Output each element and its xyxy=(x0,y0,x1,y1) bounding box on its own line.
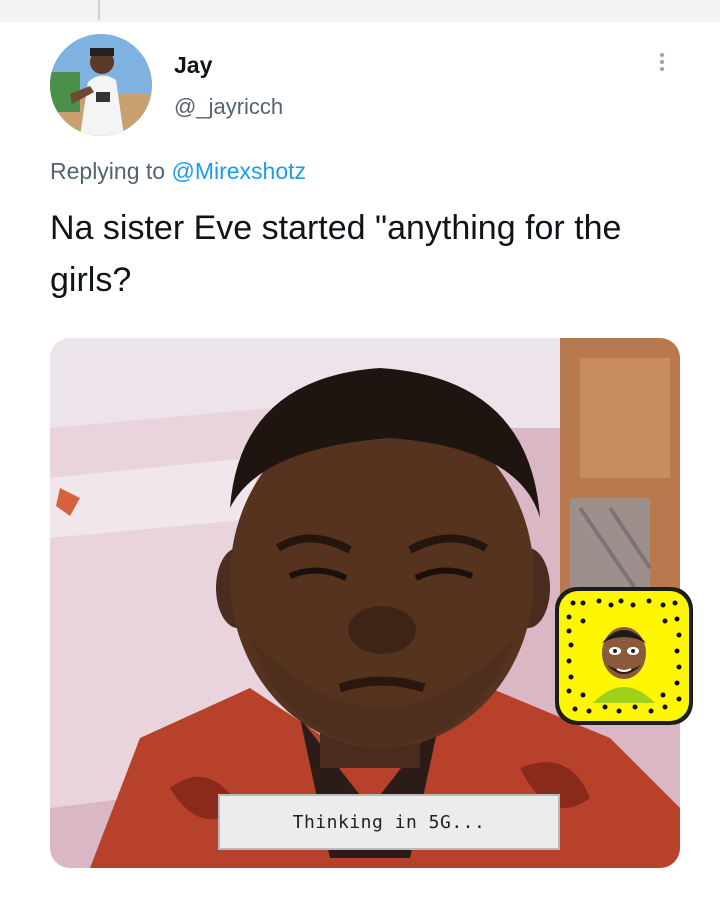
snapcode-icon[interactable] xyxy=(555,587,693,725)
caption-text: Thinking in 5G... xyxy=(292,811,486,833)
avatar[interactable] xyxy=(50,34,152,136)
top-strip xyxy=(0,0,720,22)
tweet-text: Na sister Eve started "anything for the … xyxy=(50,209,622,299)
bitmoji-icon xyxy=(593,627,655,703)
meme-caption: Thinking in 5G... xyxy=(218,794,560,850)
tweet-card: Jay @_jayricch Replying to @Mirexshotz N… xyxy=(0,22,720,910)
reply-prefix: Replying to xyxy=(50,158,166,184)
author-handle[interactable]: @_jayricch xyxy=(174,94,283,120)
more-options-icon[interactable] xyxy=(652,50,672,80)
author-name[interactable]: Jay xyxy=(174,52,212,79)
reply-context: Replying to @Mirexshotz xyxy=(50,158,306,185)
avatar-photo xyxy=(50,34,152,136)
reply-mention-link[interactable]: @Mirexshotz xyxy=(171,158,306,184)
divider-mark xyxy=(98,0,100,20)
snapcode-pattern xyxy=(559,591,689,721)
